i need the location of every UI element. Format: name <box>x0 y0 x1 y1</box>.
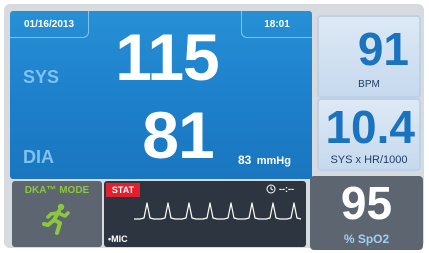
shock-index-unit: SYS x HR/1000 <box>330 154 408 166</box>
timer-display: --:-- <box>266 184 294 194</box>
heart-rate-unit: BPM <box>358 79 380 90</box>
timer-value: --:-- <box>279 184 294 194</box>
stat-badge[interactable]: STAT <box>106 183 140 197</box>
blood-pressure-panel[interactable]: 01/16/2013 18:01 SYS 115 DIA 81 83 mmHg <box>10 11 312 179</box>
shock-index-panel[interactable]: 10.4 SYS x HR/1000 <box>317 98 421 171</box>
mean-pressure-value: 83 <box>238 153 252 167</box>
shock-index-value: 10.4 <box>325 101 415 153</box>
mode-button[interactable]: DKA™ MODE <box>12 181 102 247</box>
time-display: 18:01 <box>241 11 312 38</box>
spo2-panel[interactable]: 95 % SpO2 <box>310 176 423 250</box>
mode-label: DKA™ MODE <box>24 185 90 196</box>
monitor-frame: 01/16/2013 18:01 SYS 115 DIA 81 83 mmHg … <box>4 4 424 250</box>
running-person-icon <box>42 203 70 235</box>
mean-pressure: 83 mmHg <box>238 153 291 167</box>
mean-pressure-unit: mmHg <box>256 155 291 167</box>
clock-icon <box>266 184 276 194</box>
diastolic-label: DIA <box>23 147 54 167</box>
pleth-waveform-panel[interactable]: STAT --:-- •MIC <box>104 181 306 247</box>
systolic-value: 115 <box>115 20 219 94</box>
systolic-label: SYS <box>23 67 60 87</box>
date-display: 01/16/2013 <box>10 11 89 38</box>
heart-rate-panel[interactable]: 91 BPM <box>317 15 421 98</box>
heart-rate-value: 91 <box>357 23 409 75</box>
pleth-waveform <box>134 202 302 220</box>
spo2-unit: % SpO2 <box>343 232 390 246</box>
spo2-value: 95 <box>340 177 393 229</box>
diastolic-value: 81 <box>142 98 214 172</box>
mic-indicator: •MIC <box>108 234 128 244</box>
